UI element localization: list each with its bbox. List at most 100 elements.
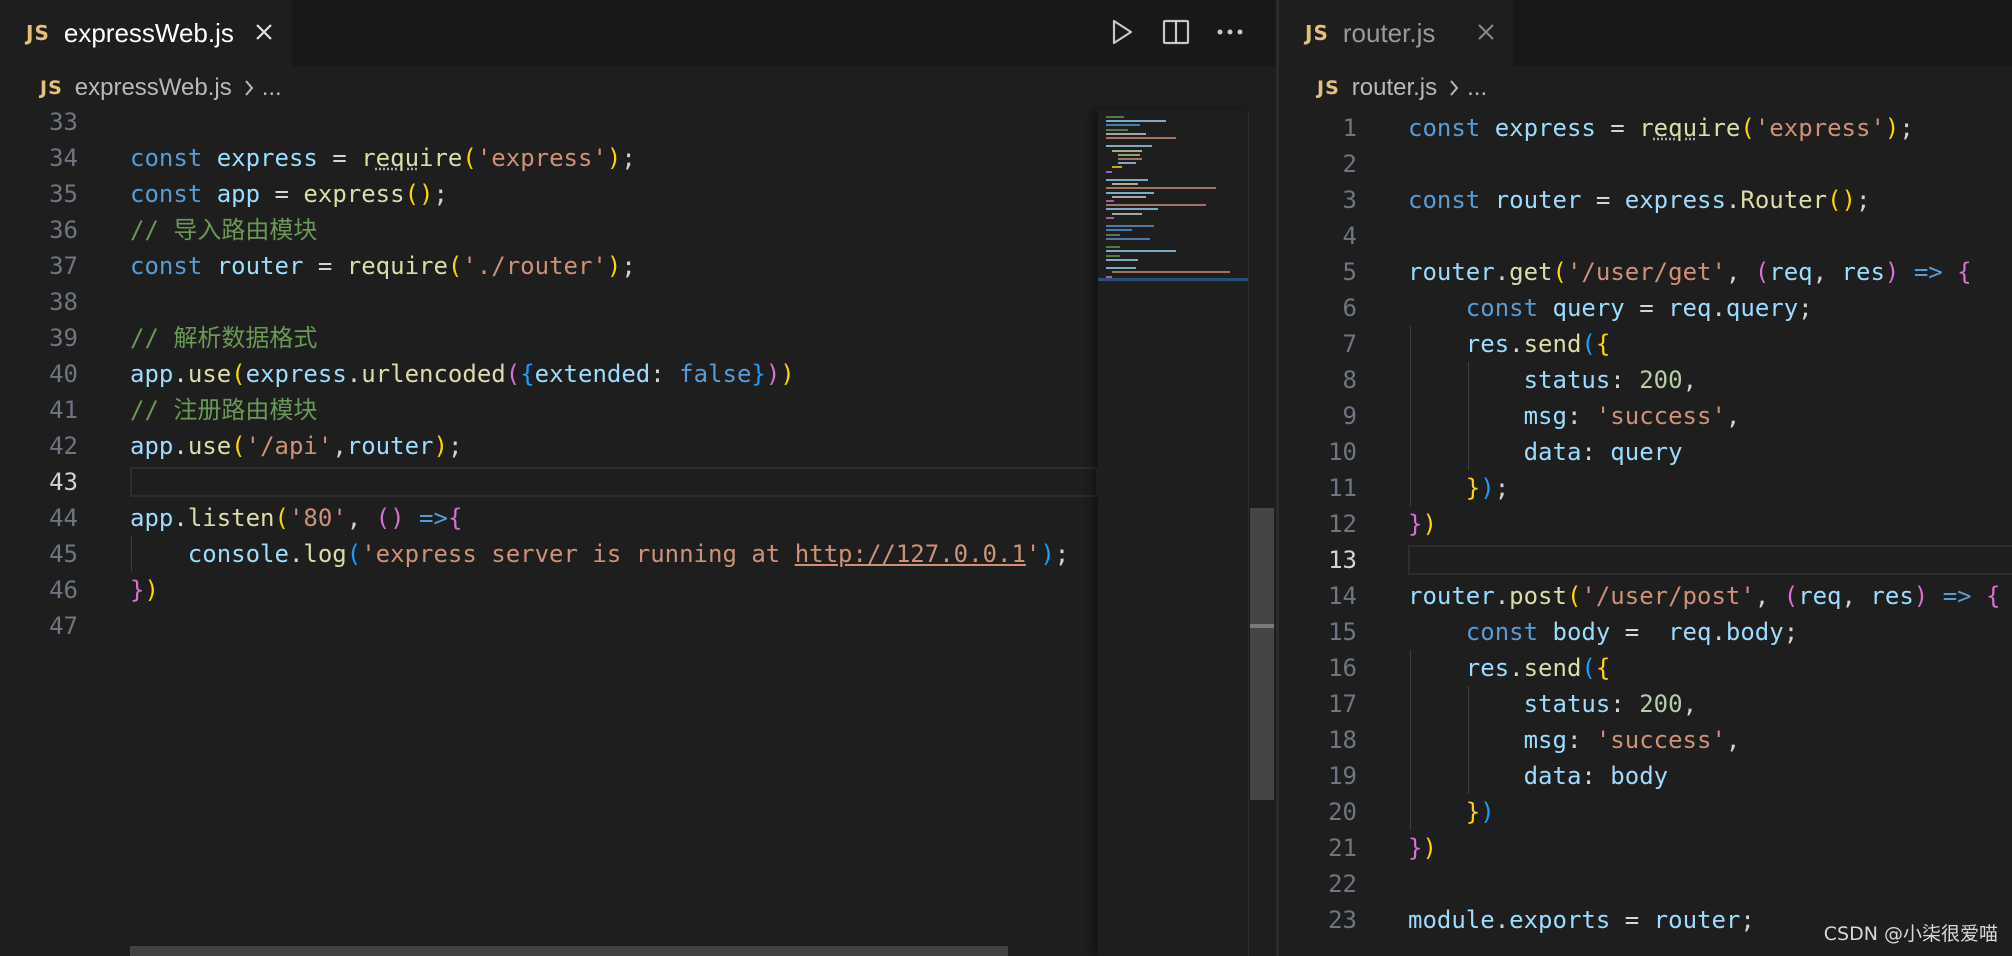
code-line[interactable]: 9 msg: 'success', <box>1279 398 2012 434</box>
minimap-line <box>1106 179 1148 181</box>
right-tab-bar: JS router.js <box>1279 0 2012 66</box>
breadcrumb-file[interactable]: expressWeb.js <box>75 74 232 102</box>
code-token: status <box>1523 366 1611 394</box>
code-token: res <box>1465 330 1510 358</box>
line-number: 11 <box>1328 474 1357 502</box>
minimap-line <box>1106 237 1150 240</box>
more-actions-icon[interactable] <box>1210 12 1250 52</box>
code-line[interactable]: 47 <box>0 608 1276 644</box>
code-line[interactable]: 15 const body = req.body; <box>1279 614 2012 650</box>
code-token: module <box>1408 906 1495 934</box>
code-line[interactable]: 5 router.get('/user/get', (req, res) => { <box>1279 254 2012 290</box>
code-token: exports <box>1509 906 1611 934</box>
code-token: ire <box>1697 114 1741 142</box>
breadcrumb-file[interactable]: router.js <box>1352 74 1437 102</box>
code-text: const body = req.body; <box>1408 614 1798 650</box>
code-token: { <box>447 504 463 532</box>
code-line[interactable]: 22 <box>1279 866 2012 902</box>
code-token: = <box>303 252 347 280</box>
code-line[interactable]: 6 const query = req.query; <box>1279 290 2012 326</box>
code-line[interactable]: 2 <box>1279 146 2012 182</box>
code-line[interactable]: 33 <box>0 104 1276 140</box>
code-line[interactable]: 8 status: 200, <box>1279 362 2012 398</box>
line-number: 43 <box>49 468 78 496</box>
code-token: ire <box>419 144 463 172</box>
code-line[interactable]: 18 msg: 'success', <box>1279 722 2012 758</box>
code-token: body <box>1725 618 1784 646</box>
code-line[interactable]: 4 <box>1279 218 2012 254</box>
code-token: 'success' <box>1595 726 1726 754</box>
code-line[interactable]: 17 status: 200, <box>1279 686 2012 722</box>
minimap-line <box>1118 153 1140 156</box>
code-editor[interactable]: 33 34 const express = require('express'); 3… <box>0 102 1276 956</box>
code-token: { <box>1986 582 2001 610</box>
code-line[interactable]: 13 <box>1279 542 2012 578</box>
code-text: router.get('/user/get', (req, res) => { <box>1408 254 1972 290</box>
editor-actions <box>1102 12 1250 52</box>
code-line[interactable]: 12}) <box>1279 506 2012 542</box>
line-number: 6 <box>1342 294 1357 322</box>
minimap-line <box>1106 216 1114 219</box>
code-line[interactable]: 14 router.post('/user/post', (req, res) =… <box>1279 578 2012 614</box>
breadcrumb-more[interactable]: ... <box>262 74 282 102</box>
js-file-icon: JS <box>26 21 50 45</box>
code-token: => <box>419 504 448 532</box>
code-line[interactable]: 42 app.use('/api',router); <box>0 428 1276 464</box>
code-line[interactable]: 40 app.use(express.urlencoded({extended: … <box>0 356 1276 392</box>
code-line[interactable]: 41 // 注册路由模块 <box>0 392 1276 428</box>
left-editor-group: JS expressWeb.js JS expressWeb.js ... 33… <box>0 0 1276 956</box>
minimap-line <box>1106 191 1154 194</box>
code-line[interactable]: 1 const express = require('express'); <box>1279 110 2012 146</box>
code-line[interactable]: 46}) <box>0 572 1276 608</box>
code-text: }) <box>1408 830 1437 866</box>
run-icon[interactable] <box>1102 12 1142 52</box>
close-tab-icon[interactable] <box>1471 17 1501 47</box>
code-editor[interactable]: 1 const express = require('express'); 2 3 co… <box>1279 102 2012 956</box>
code-line[interactable]: 19 data: body <box>1279 758 2012 794</box>
code-token: express <box>1624 186 1726 214</box>
code-line[interactable]: 39 // 解析数据格式 <box>0 320 1276 356</box>
horizontal-scrollbar-thumb[interactable] <box>130 946 1008 956</box>
code-token: . <box>1509 654 1524 682</box>
code-line[interactable]: 16 res.send({ <box>1279 650 2012 686</box>
code-token: express <box>1494 114 1596 142</box>
code-line[interactable]: 10 data: query <box>1279 434 2012 470</box>
vertical-scrollbar-thumb[interactable] <box>1250 508 1274 800</box>
code-line[interactable]: 3 const router = express.Router(); <box>1279 182 2012 218</box>
code-token: urlencoded <box>361 360 506 388</box>
code-line[interactable]: 44 app.listen('80', () =>{ <box>0 500 1276 536</box>
tab-expressweb-js[interactable]: JS expressWeb.js <box>0 0 292 66</box>
code-token: = <box>317 144 362 172</box>
code-line[interactable]: 7 res.send({ <box>1279 326 2012 362</box>
line-number: 1 <box>1342 114 1357 142</box>
code-line[interactable]: 36 // 导入路由模块 <box>0 212 1276 248</box>
code-line[interactable]: 38 <box>0 284 1276 320</box>
minimap[interactable] <box>1098 110 1248 956</box>
code-token: ) <box>1913 582 1929 610</box>
close-tab-icon[interactable] <box>249 17 279 47</box>
code-token: } <box>1408 510 1423 538</box>
breadcrumb-more[interactable]: ... <box>1467 74 1487 102</box>
code-token: '/user/post' <box>1581 582 1755 610</box>
code-line[interactable]: 21}) <box>1279 830 2012 866</box>
code-token: : <box>1566 402 1596 430</box>
code-token: , <box>332 432 347 460</box>
split-editor-icon[interactable] <box>1156 12 1196 52</box>
code-line[interactable]: 43 <box>0 464 1276 500</box>
tab-router-js[interactable]: JS router.js <box>1279 0 1513 66</box>
code-line[interactable]: 34 const express = require('express'); <box>0 140 1276 176</box>
code-token: app <box>216 180 261 208</box>
code-token: . <box>1494 906 1510 934</box>
code-token: = <box>1624 294 1669 322</box>
chevron-right-icon <box>244 79 254 97</box>
code-token: = <box>260 180 304 208</box>
code-line[interactable]: 45 console.log('express server is runnin… <box>0 536 1276 572</box>
code-line[interactable]: 11 }); <box>1279 470 2012 506</box>
code-token: ' <box>1025 540 1041 568</box>
code-line[interactable]: 35 const app = express(); <box>0 176 1276 212</box>
code-line[interactable]: 20 }) <box>1279 794 2012 830</box>
code-token: http://127.0.0.1 <box>794 540 1026 568</box>
code-line[interactable]: 37 const router = require('./router'); <box>0 248 1276 284</box>
